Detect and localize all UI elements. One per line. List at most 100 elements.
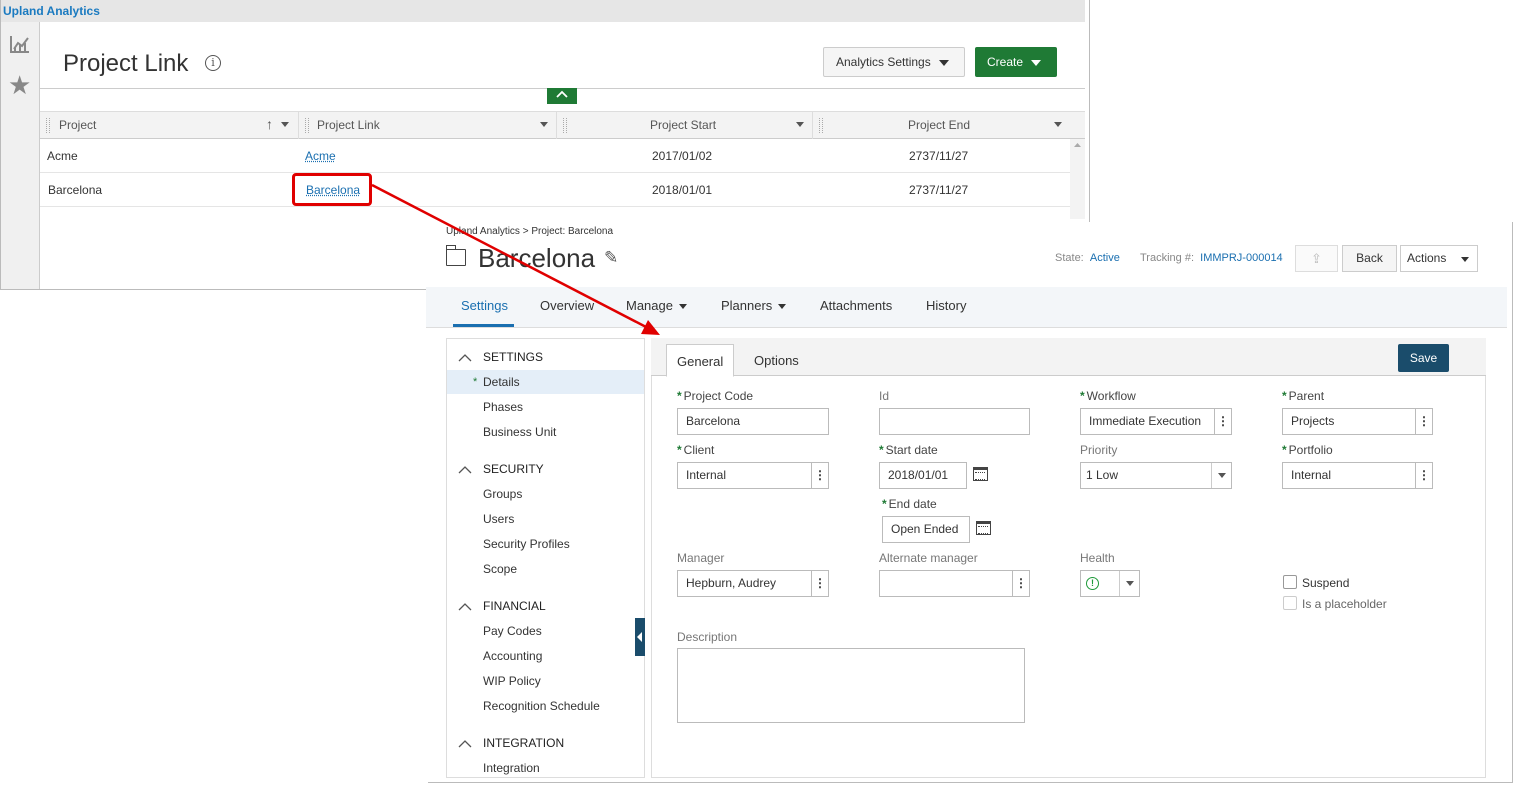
nav-section-settings[interactable]: SETTINGS (483, 350, 543, 364)
suspend-checkbox[interactable] (1283, 575, 1297, 589)
column-menu-icon[interactable] (281, 122, 289, 127)
more-vertical-icon[interactable]: ⋮ (811, 571, 828, 596)
end-date-label-text: End date (888, 497, 937, 511)
manager-value: Hepburn, Audrey (686, 576, 777, 590)
nav-item-scope[interactable]: Scope (483, 562, 517, 576)
nav-item-details[interactable]: Details (483, 375, 520, 389)
create-button[interactable]: Create (975, 47, 1057, 77)
nav-item-integration[interactable]: Integration (483, 761, 540, 775)
back-button[interactable]: Back (1342, 245, 1397, 272)
analytics-settings-button[interactable]: Analytics Settings (823, 47, 965, 77)
vertical-scrollbar[interactable] (1070, 139, 1085, 219)
nav-section-financial[interactable]: FINANCIAL (483, 599, 546, 613)
end-date-field[interactable]: Open Ended (882, 516, 970, 543)
tab-overview[interactable]: Overview (540, 298, 594, 313)
parent-label-text: Parent (1288, 389, 1325, 403)
parent-label: * Parent (1282, 389, 1324, 403)
drag-handle[interactable] (563, 118, 567, 133)
tab-manage[interactable]: Manage (626, 298, 687, 313)
edit-pencil-icon[interactable]: ✎ (604, 248, 618, 268)
table-row[interactable]: Barcelona Barcelona 2018/01/01 2737/11/2… (40, 173, 1070, 207)
info-icon[interactable]: i (205, 55, 221, 71)
state-label: State: (1055, 252, 1084, 264)
chevron-up-icon[interactable] (458, 737, 472, 751)
active-tab-indicator (453, 324, 514, 327)
more-vertical-icon[interactable]: ⋮ (1214, 409, 1231, 434)
nav-item-recognition-schedule[interactable]: Recognition Schedule (483, 699, 600, 713)
collapse-toggle[interactable] (547, 88, 577, 104)
nav-item-business-unit[interactable]: Business Unit (483, 425, 556, 439)
column-menu-icon[interactable] (540, 122, 548, 127)
portfolio-field[interactable]: Internal ⋮ (1282, 462, 1433, 489)
calendar-icon[interactable] (973, 467, 988, 481)
chevron-up-icon[interactable] (458, 600, 472, 614)
drag-handle[interactable] (305, 118, 309, 133)
dropdown-arrow-icon[interactable] (1211, 463, 1231, 488)
nav-item-groups[interactable]: Groups (483, 487, 522, 501)
column-label: Project End (908, 118, 971, 132)
health-label: Health (1080, 551, 1115, 565)
tab-options[interactable]: Options (744, 344, 809, 377)
client-field[interactable]: Internal ⋮ (677, 462, 829, 489)
alternate-manager-field[interactable]: ⋮ (879, 570, 1030, 597)
id-field[interactable] (879, 408, 1030, 435)
drag-handle[interactable] (819, 118, 823, 133)
actions-button[interactable]: Actions (1400, 245, 1478, 272)
tab-general[interactable]: General (666, 344, 735, 377)
tab-history[interactable]: History (926, 298, 966, 313)
table-row[interactable]: Acme Acme 2017/01/02 2737/11/27 (40, 139, 1070, 173)
description-textarea[interactable] (677, 648, 1025, 723)
more-vertical-icon[interactable]: ⋮ (811, 463, 828, 488)
parent-field[interactable]: Projects ⋮ (1282, 408, 1433, 435)
nav-item-users[interactable]: Users (483, 512, 514, 526)
chevron-up-icon[interactable] (458, 351, 472, 365)
project-link[interactable]: Acme (305, 149, 336, 163)
nav-item-pay-codes[interactable]: Pay Codes (483, 624, 542, 638)
sidenav-collapse-toggle[interactable] (635, 618, 645, 656)
start-date-field[interactable]: 2018/01/01 (879, 462, 967, 489)
manager-field[interactable]: Hepburn, Audrey ⋮ (677, 570, 829, 597)
placeholder-checkbox[interactable] (1283, 596, 1297, 610)
column-header-project[interactable]: Project ↑ (40, 112, 298, 139)
column-header-project-link[interactable]: Project Link (298, 112, 556, 139)
save-button[interactable]: Save (1398, 344, 1449, 372)
project-code-field[interactable]: Barcelona (677, 408, 829, 435)
share-button[interactable]: ⇪ (1295, 245, 1338, 272)
nav-item-security-profiles[interactable]: Security Profiles (483, 537, 570, 551)
more-vertical-icon[interactable]: ⋮ (1415, 463, 1432, 488)
analytics-sidebar: ★ (1, 22, 40, 289)
star-icon[interactable]: ★ (8, 72, 31, 98)
more-vertical-icon[interactable]: ⋮ (1012, 571, 1029, 596)
parent-value: Projects (1291, 414, 1335, 428)
column-menu-icon[interactable] (1054, 122, 1062, 127)
nav-item-wip-policy[interactable]: WIP Policy (483, 674, 541, 688)
calendar-icon[interactable] (976, 521, 991, 535)
app-name[interactable]: Upland Analytics (3, 4, 100, 18)
chart-icon[interactable] (9, 34, 31, 58)
sort-asc-icon[interactable]: ↑ (266, 111, 273, 138)
nav-section-integration[interactable]: INTEGRATION (483, 736, 564, 750)
nav-item-phases[interactable]: Phases (483, 400, 523, 414)
tab-planners-label: Planners (721, 298, 773, 313)
more-vertical-icon[interactable]: ⋮ (1415, 409, 1432, 434)
nav-item-accounting[interactable]: Accounting (483, 649, 542, 663)
portfolio-label-text: Portfolio (1288, 443, 1333, 457)
column-header-project-start[interactable]: Project Start (556, 112, 812, 139)
workflow-field[interactable]: Immediate Execution ⋮ (1080, 408, 1232, 435)
nav-section-security[interactable]: SECURITY (483, 462, 544, 476)
tab-attachments[interactable]: Attachments (820, 298, 892, 313)
priority-value: 1 Low (1086, 468, 1119, 482)
priority-select[interactable]: 1 Low (1080, 462, 1232, 489)
tab-settings[interactable]: Settings (461, 298, 508, 313)
drag-handle[interactable] (46, 118, 50, 133)
chevron-up-icon[interactable] (458, 463, 472, 477)
breadcrumb[interactable]: Upland Analytics > Project: Barcelona (446, 226, 613, 237)
column-header-project-end[interactable]: Project End (812, 112, 1085, 139)
state-meta: State: Active (1055, 252, 1120, 264)
highlight-box (292, 173, 372, 206)
dropdown-arrow-icon[interactable] (1119, 571, 1139, 596)
column-menu-icon[interactable] (796, 122, 804, 127)
tab-planners[interactable]: Planners (721, 298, 787, 313)
table-header: Project ↑ Project Link Project Start Pro… (40, 111, 1085, 139)
caret-down-icon (1031, 59, 1042, 66)
